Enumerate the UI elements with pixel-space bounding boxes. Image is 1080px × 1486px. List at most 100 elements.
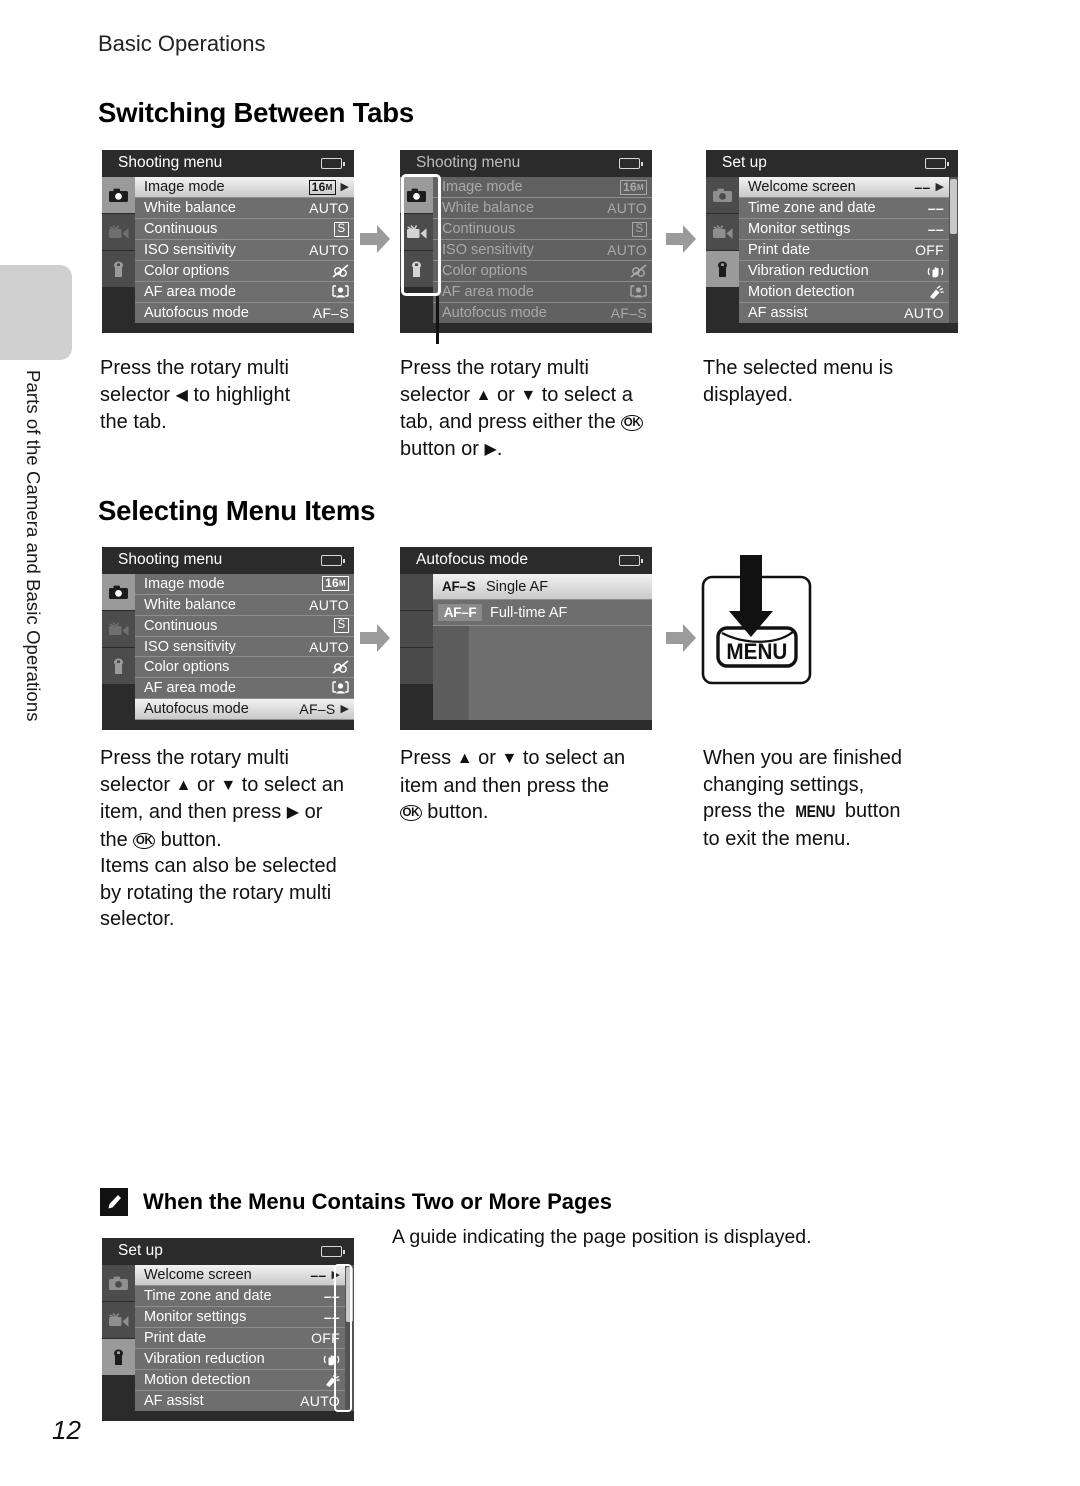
menu-row-vibration-reduction[interactable]: Vibration reduction [739, 261, 949, 282]
tab-column[interactable] [102, 177, 135, 323]
menu-row-welcome-screen[interactable]: Welcome screen –– ▶ [739, 177, 949, 198]
row-label: Image mode [144, 575, 225, 592]
menu-row-af-assist[interactable]: AF assist AUTO [135, 1391, 345, 1411]
caption-select-items-2: Press ▲ or ▼ to select an item and then p… [400, 747, 626, 823]
menu-row-color-options[interactable]: Color options [135, 657, 354, 679]
screen-title: Shooting menu [416, 154, 521, 171]
tab-column[interactable] [102, 1265, 135, 1411]
menu-row-motion-detection[interactable]: Motion detection [739, 282, 949, 303]
row-label: Monitor settings [144, 1309, 247, 1325]
menu-row-vibration-reduction[interactable]: Vibration reduction [135, 1349, 345, 1370]
screen-title-bar: Shooting menu [400, 150, 652, 177]
menu-row-white-balance[interactable]: White balance AUTO [433, 198, 652, 219]
menu-row-print-date[interactable]: Print date OFF [135, 1328, 345, 1349]
running-head: Basic Operations [98, 31, 266, 56]
menu-row-color-options[interactable]: Color options [433, 261, 652, 282]
movie-tab-icon[interactable] [706, 214, 739, 251]
movie-tab-icon[interactable] [102, 1302, 135, 1339]
ok-button-icon: OK [400, 805, 422, 821]
row-label: Motion detection [144, 1372, 251, 1388]
menu-row-monitor-settings[interactable]: Monitor settings –– [135, 1307, 345, 1328]
shooting-tab-icon[interactable] [102, 177, 135, 214]
shooting-tab-icon[interactable] [102, 574, 135, 611]
image-mode-badge-icon: 16 M [322, 576, 349, 592]
setup-tab-icon[interactable] [706, 251, 739, 288]
caption-select-items-3: When you are finished changing settings, p… [703, 747, 903, 850]
row-value [315, 263, 349, 279]
menu-row-continuous[interactable]: Continuous S [135, 219, 354, 240]
row-label: Time zone and date [144, 1288, 272, 1304]
menu-rows: Image mode 16 M ▶ White balance AUTO Cont… [135, 177, 354, 323]
single-shot-badge-icon: S [334, 221, 349, 237]
chevron-right-icon: ▶ [935, 180, 944, 193]
shooting-tab-icon[interactable] [102, 1265, 135, 1302]
menu-row-af-area-mode[interactable]: AF area mode [433, 282, 652, 303]
flow-arrow-2 [664, 222, 698, 256]
single-shot-badge-icon: S [334, 618, 349, 634]
tab-column[interactable] [706, 177, 739, 323]
page-number: 12 [52, 1415, 81, 1445]
option-code: AF–F [438, 604, 482, 621]
row-label: Welcome screen [144, 1267, 252, 1283]
row-label: Monitor settings [748, 221, 851, 237]
row-label: Image mode [144, 179, 225, 195]
menu-row-af-area-mode[interactable]: AF area mode [135, 282, 354, 303]
menu-row-autofocus-mode[interactable]: Autofocus mode AF–S ▶ [135, 699, 354, 721]
menu-row-image-mode[interactable]: Image mode 16 M ▶ [135, 177, 354, 198]
row-label: Welcome screen [748, 179, 856, 195]
menu-row-autofocus-mode[interactable]: Autofocus mode AF–S [135, 303, 354, 323]
menu-row-iso-sensitivity[interactable]: ISO sensitivity AUTO [135, 637, 354, 658]
option-label: Single AF [486, 578, 549, 595]
option-row-full-time-af[interactable]: AF–F Full-time AF [433, 600, 652, 626]
movie-tab-icon[interactable] [102, 214, 135, 251]
shooting-tab-icon[interactable] [706, 177, 739, 214]
menu-row-image-mode[interactable]: Image mode 16 M [433, 177, 652, 198]
movie-tab-icon[interactable] [102, 611, 135, 648]
screen-title-bar: Autofocus mode [400, 547, 652, 574]
menu-row-color-options[interactable]: Color options [135, 261, 354, 282]
row-label: Vibration reduction [748, 263, 869, 279]
row-label: Continuous [442, 221, 516, 237]
option-row-single-af[interactable]: AF–S Single AF [433, 574, 652, 600]
menu-row-iso-sensitivity[interactable]: ISO sensitivity AUTO [135, 240, 354, 261]
row-value: 16 M [315, 576, 349, 592]
setup-tab-icon[interactable] [102, 1339, 135, 1376]
menu-row-monitor-settings[interactable]: Monitor settings –– [739, 219, 949, 240]
right-arrow-icon: ▶ [484, 440, 497, 458]
menu-button-label: MENU [795, 802, 835, 821]
screen-title-bar: Shooting menu [102, 547, 354, 574]
menu-row-iso-sensitivity[interactable]: ISO sensitivity AUTO [433, 240, 652, 261]
flow-arrow-3 [358, 621, 392, 655]
menu-row-motion-detection[interactable]: Motion detection [135, 1370, 345, 1391]
menu-row-af-assist[interactable]: AF assist AUTO [739, 303, 949, 323]
menu-row-white-balance[interactable]: White balance AUTO [135, 595, 354, 616]
menu-row-continuous[interactable]: Continuous S [135, 616, 354, 637]
screen-body: AF–S Single AF AF–F Full-time AF [400, 574, 652, 720]
tab-column[interactable] [102, 574, 135, 720]
menu-scrollbar[interactable] [949, 177, 958, 323]
option-label: Full-time AF [490, 604, 568, 621]
menu-row-print-date[interactable]: Print date OFF [739, 240, 949, 261]
battery-icon [321, 1246, 346, 1257]
menu-row-welcome-screen[interactable]: Welcome screen –– ▶ [135, 1265, 345, 1286]
setup-tab-icon[interactable] [102, 648, 135, 685]
row-value [613, 263, 647, 279]
menu-row-time-zone-and-date[interactable]: Time zone and date –– [739, 198, 949, 219]
row-label: Color options [144, 659, 230, 676]
screen-body: Welcome screen –– ▶ Time zone and date –… [102, 1265, 354, 1411]
menu-row-af-area-mode[interactable]: AF area mode [135, 678, 354, 700]
menu-row-autofocus-mode[interactable]: Autofocus mode AF–S [433, 303, 652, 323]
setup-tab-icon[interactable] [102, 251, 135, 288]
caption-select-items-1: Press the rotary multi selector ▲ or ▼ to… [100, 747, 345, 930]
row-value: AUTO [607, 242, 647, 258]
menu-row-time-zone-and-date[interactable]: Time zone and date –– [135, 1286, 345, 1307]
menu-row-continuous[interactable]: Continuous S [433, 219, 652, 240]
chevron-right-icon: ▶ [340, 180, 349, 193]
menu-scrollbar-thumb[interactable] [950, 179, 957, 234]
menu-row-white-balance[interactable]: White balance AUTO [135, 198, 354, 219]
down-arrow-icon: ▼ [520, 386, 537, 404]
row-value: AUTO [607, 200, 647, 216]
menu-row-image-mode[interactable]: Image mode 16 M [135, 574, 354, 595]
screen-title-bar: Set up [102, 1238, 354, 1265]
color-options-icon [332, 263, 349, 278]
